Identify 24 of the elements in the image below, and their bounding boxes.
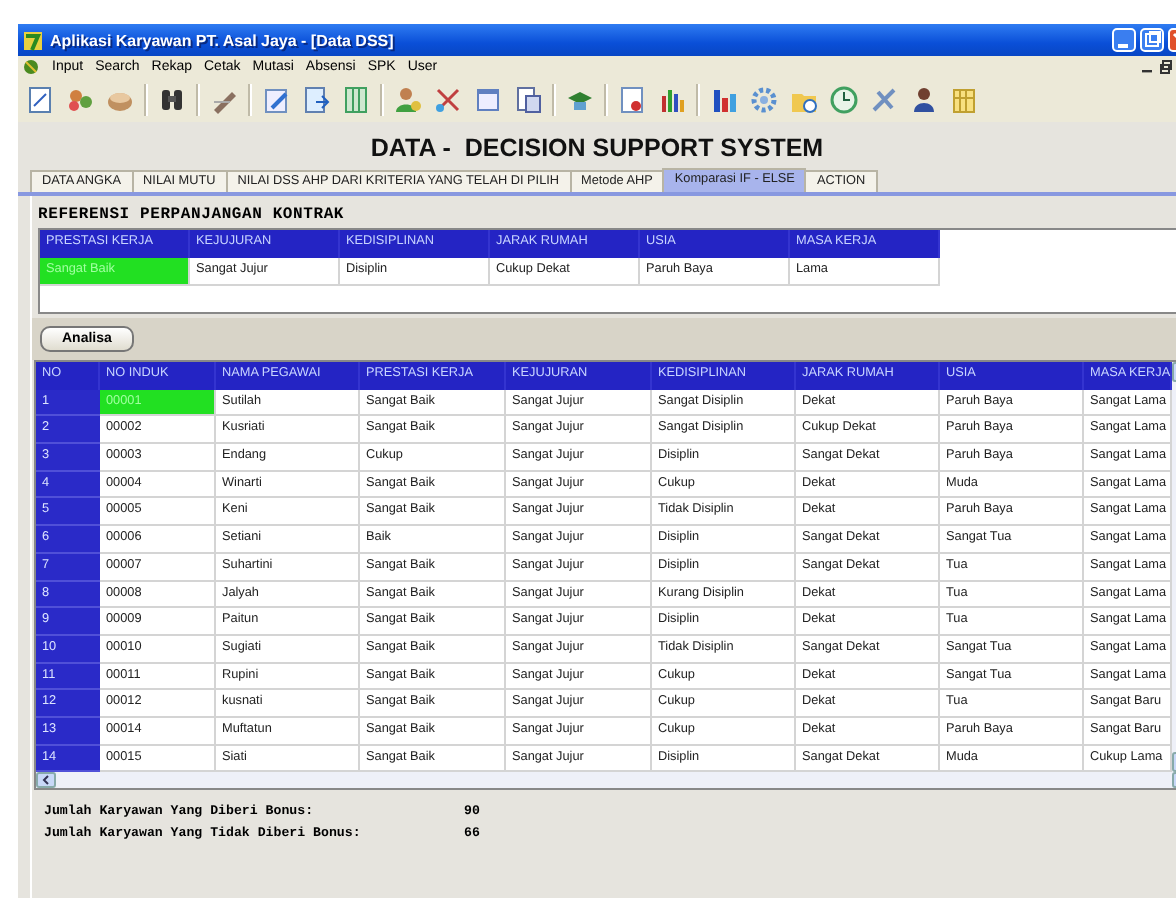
section-title: REFERENSI PERPANJANGAN KONTRAK [36, 204, 347, 228]
person-icon[interactable] [392, 84, 424, 116]
report-icon[interactable] [512, 84, 544, 116]
columns-icon[interactable] [340, 84, 372, 116]
clock-icon[interactable] [828, 84, 860, 116]
window-icon[interactable] [472, 84, 504, 116]
chart-document-icon[interactable] [616, 84, 648, 116]
binoculars-icon[interactable] [156, 84, 188, 116]
edit-document-icon[interactable] [260, 84, 292, 116]
document-icon[interactable] [24, 84, 56, 116]
column-chart-icon[interactable] [708, 84, 740, 116]
minimize-icon[interactable] [1112, 28, 1136, 52]
app-logo-icon [22, 29, 44, 51]
app-logo-icon [22, 58, 40, 76]
user-icon[interactable] [908, 84, 940, 116]
window-title: Aplikasi Karyawan PT. Asal Jaya - [Data DSS] [50, 31, 396, 49]
restore-icon[interactable] [1140, 28, 1164, 52]
document-arrow-icon[interactable] [300, 84, 332, 116]
restore-icon[interactable] [1158, 60, 1172, 74]
people-icon[interactable] [64, 84, 96, 116]
scroll-left-icon[interactable] [36, 772, 56, 789]
page-heading: DATA - DECISION SUPPORT SYSTEM [368, 132, 826, 166]
bar-chart-icon[interactable] [656, 84, 688, 116]
gear-icon[interactable] [748, 84, 780, 116]
